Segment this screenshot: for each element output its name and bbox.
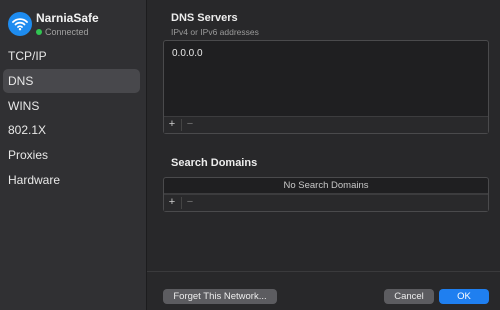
sidebar-item-tcpip[interactable]: TCP/IP	[3, 44, 140, 68]
search-domains-title: Search Domains	[171, 157, 258, 169]
wifi-icon	[8, 12, 32, 36]
search-domains-toolbar: + −	[164, 194, 488, 211]
add-search-domain-button[interactable]: +	[164, 195, 180, 211]
dns-servers-subtitle: IPv4 or IPv6 addresses	[171, 27, 259, 37]
dns-servers-list[interactable]: 0.0.0.0 + −	[163, 40, 489, 134]
sidebar-item-wins[interactable]: WINS	[3, 94, 140, 118]
sidebar-item-proxies[interactable]: Proxies	[3, 143, 140, 167]
network-header: NarniaSafe Connected	[8, 11, 143, 41]
status-dot-icon	[36, 29, 42, 35]
sidebar: NarniaSafe Connected TCP/IP DNS WINS 802…	[0, 0, 147, 310]
sidebar-item-8021x[interactable]: 802.1X	[3, 118, 140, 142]
remove-dns-server-button[interactable]: −	[182, 117, 198, 133]
dns-servers-toolbar: + −	[164, 116, 488, 133]
network-status-text: Connected	[45, 27, 89, 37]
search-domains-empty-message: No Search Domains	[164, 178, 488, 194]
network-status: Connected	[36, 27, 89, 37]
dns-server-entry[interactable]: 0.0.0.0	[172, 48, 203, 59]
main-panel: DNS Servers IPv4 or IPv6 addresses 0.0.0…	[147, 0, 500, 310]
cancel-button[interactable]: Cancel	[384, 289, 434, 304]
network-name: NarniaSafe	[36, 11, 99, 25]
sidebar-nav: TCP/IP DNS WINS 802.1X Proxies Hardware	[3, 44, 140, 193]
add-dns-server-button[interactable]: +	[164, 117, 180, 133]
sidebar-item-dns[interactable]: DNS	[3, 68, 140, 93]
forget-network-button[interactable]: Forget This Network...	[163, 289, 277, 304]
dns-servers-title: DNS Servers	[171, 12, 238, 24]
search-domains-list[interactable]: No Search Domains + −	[163, 177, 489, 212]
ok-button[interactable]: OK	[439, 289, 489, 304]
remove-search-domain-button[interactable]: −	[182, 195, 198, 211]
footer-divider	[147, 271, 500, 272]
sidebar-item-hardware[interactable]: Hardware	[3, 168, 140, 192]
